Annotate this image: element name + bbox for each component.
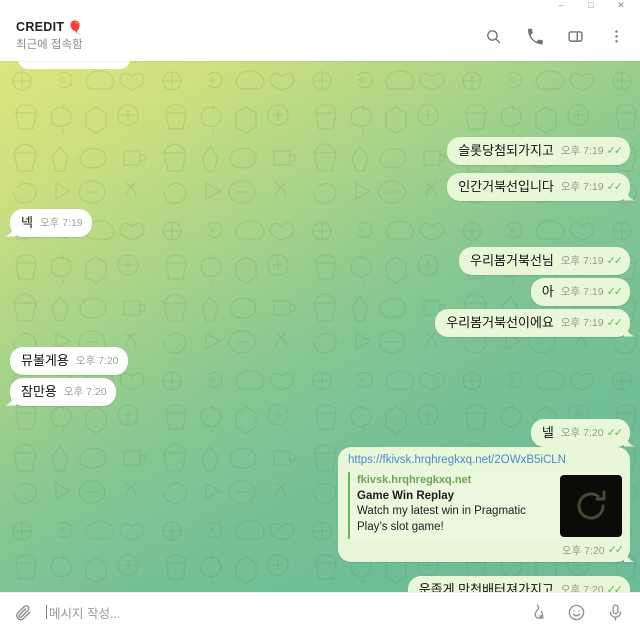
message-bubble[interactable]: 넥 오후 7:19 <box>10 209 92 237</box>
search-icon[interactable] <box>483 26 503 46</box>
message-meta: 오후 7:20 ✓✓ <box>560 426 624 441</box>
message-meta: 오후 7:19 ✓✓ <box>560 180 624 195</box>
message-text: 넥 <box>21 215 33 230</box>
sticker-icon[interactable] <box>527 602 548 623</box>
message-meta: 오후 7:20 <box>64 385 107 400</box>
message-text: 운좁게 만천배터져가지고 <box>418 582 554 592</box>
sidebar-panel-icon[interactable] <box>565 26 585 46</box>
chat-title-row: CREDIT 🎈 <box>16 20 483 34</box>
message-meta: 오후 7:19 ✓✓ <box>560 285 624 300</box>
message-link-url[interactable]: https://fkivsk.hrqhregkxq.net/2OWxB5iCLN <box>348 453 622 467</box>
chat-status-text: 최근에 접속함 <box>16 39 83 51</box>
read-receipt-icon: ✓✓ <box>606 254 624 267</box>
message-input-placeholder: 메시지 작성... <box>49 606 121 621</box>
more-vertical-icon[interactable] <box>606 26 626 46</box>
message-bubble[interactable]: 넬 오후 7:20 ✓✓ <box>530 419 630 447</box>
message-text: 뮤볼게용 <box>21 353 69 368</box>
chat-header: CREDIT 🎈 최근에 접속함 <box>0 11 640 61</box>
message-meta: 오후 7:19 ✓✓ <box>560 254 624 269</box>
message-timestamp: 오후 7:19 <box>560 181 604 194</box>
message-timestamp: 오후 7:19 <box>39 217 83 230</box>
link-preview-message[interactable]: https://fkivsk.hrqhregkxq.net/2OWxB5iCLN… <box>338 447 630 563</box>
read-receipt-icon: ✓✓ <box>606 285 624 298</box>
message-timestamp: 오후 7:20 <box>63 386 107 399</box>
message-row[interactable]: 뮤볼게용 오후 7:20 <box>10 347 128 375</box>
message-list[interactable]: 슬롯당첨되가지고 오후 7:19 ✓✓ 인간거북선입니다 오후 7:19 ✓✓ 넥 오후 7:… <box>0 61 640 592</box>
message-meta: 오후 7:19 ✓✓ <box>560 316 624 331</box>
window-maximize-button[interactable]: □ <box>576 0 606 11</box>
read-receipt-icon: ✓✓ <box>607 544 625 557</box>
partially-scrolled-message[interactable] <box>18 61 130 69</box>
message-meta: 오후 7:19 ✓✓ <box>560 144 624 159</box>
link-preview-card[interactable]: fkivsk.hrqhregkxq.net Game Win Replay Wa… <box>348 472 622 540</box>
message-meta: 오후 7:20 <box>76 354 119 369</box>
link-preview-description: Watch my latest win in Pragmatic Play’s … <box>357 505 526 533</box>
message-row[interactable]: 아 오후 7:19 ✓✓ <box>530 278 630 306</box>
balloon-emoji-icon: 🎈 <box>67 19 84 35</box>
chat-header-info[interactable]: CREDIT 🎈 최근에 접속함 <box>16 20 483 52</box>
text-caret <box>46 605 47 619</box>
window-minimize-button[interactable]: – <box>546 0 576 11</box>
message-text: 아 <box>541 284 554 299</box>
message-row[interactable]: 넥 오후 7:19 <box>10 209 92 237</box>
window-close-button[interactable]: ✕ <box>606 0 636 11</box>
message-text: 잠만용 <box>21 384 57 399</box>
composer-actions <box>527 602 626 623</box>
message-timestamp: 오후 7:20 <box>75 355 119 368</box>
smiley-icon[interactable] <box>566 602 587 623</box>
message-row[interactable]: 넬 오후 7:20 ✓✓ <box>530 419 630 447</box>
message-meta: 오후 7:19 <box>40 216 83 231</box>
link-preview-text: fkivsk.hrqhregkxq.net Game Win Replay Wa… <box>357 473 552 537</box>
message-input[interactable]: 메시지 작성... <box>46 593 515 631</box>
message-bubble[interactable]: 잠만용 오후 7:20 <box>10 378 116 406</box>
message-text: 넬 <box>541 425 554 440</box>
message-composer: 메시지 작성... <box>0 592 640 631</box>
read-receipt-icon: ✓✓ <box>606 583 624 592</box>
message-timestamp: 오후 7:19 <box>560 317 604 330</box>
read-receipt-icon: ✓✓ <box>606 144 624 157</box>
message-bubble[interactable]: 운좁게 만천배터져가지고 오후 7:20 ✓✓ <box>407 576 630 592</box>
phone-icon[interactable] <box>524 26 544 46</box>
message-row[interactable]: 잠만용 오후 7:20 <box>10 378 116 406</box>
message-bubble[interactable]: 인간거북선입니다 오후 7:19 ✓✓ <box>447 173 630 201</box>
replay-icon <box>577 490 606 520</box>
message-row[interactable]: 우리봄거북선이에요 오후 7:19 ✓✓ <box>435 309 630 337</box>
message-timestamp: 오후 7:20 <box>560 427 604 440</box>
message-row[interactable]: 운좁게 만천배터져가지고 오후 7:20 ✓✓ <box>407 576 630 592</box>
message-bubble[interactable]: 뮤볼게용 오후 7:20 <box>10 347 128 375</box>
read-receipt-icon: ✓✓ <box>606 426 624 439</box>
telegram-chat-window: – □ ✕ CREDIT 🎈 최근에 접속함 슬롯당첨되가지고 오후 7:19 … <box>0 0 640 631</box>
message-timestamp: 오후 7:19 <box>560 286 604 299</box>
message-bubble[interactable]: 아 오후 7:19 ✓✓ <box>530 278 630 306</box>
message-timestamp: 오후 7:20 <box>560 584 604 592</box>
message-text: 우리봄거북선이에요 <box>446 315 554 330</box>
link-preview-site: fkivsk.hrqhregkxq.net <box>357 474 472 487</box>
chat-header-actions <box>483 26 626 46</box>
message-bubble[interactable]: 우리봄거북선이에요 오후 7:19 ✓✓ <box>435 309 630 337</box>
message-bubble[interactable]: 우리봄거북선님 오후 7:19 ✓✓ <box>459 247 630 275</box>
message-timestamp: 오후 7:20 <box>561 545 605 558</box>
message-row[interactable]: 슬롯당첨되가지고 오후 7:19 ✓✓ <box>447 137 630 165</box>
message-text: 인간거북선입니다 <box>458 179 554 194</box>
message-row[interactable]: 우리봄거북선님 오후 7:19 ✓✓ <box>459 247 630 275</box>
message-timestamp: 오후 7:19 <box>560 255 604 268</box>
link-preview-thumbnail[interactable] <box>560 475 622 538</box>
message-text: 우리봄거북선님 <box>470 253 554 268</box>
link-preview-title: Game Win Replay <box>357 490 455 503</box>
paperclip-icon[interactable] <box>13 602 34 623</box>
link-message-meta: 오후 7:20 ✓✓ <box>348 543 625 558</box>
message-row[interactable]: 인간거북선입니다 오후 7:19 ✓✓ <box>447 173 630 201</box>
read-receipt-icon: ✓✓ <box>606 316 624 329</box>
window-titlebar: – □ ✕ <box>0 0 640 11</box>
message-meta: 오후 7:20 ✓✓ <box>560 583 624 592</box>
message-text: 슬롯당첨되가지고 <box>458 143 554 158</box>
read-receipt-icon: ✓✓ <box>606 180 624 193</box>
message-bubble[interactable]: 슬롯당첨되가지고 오후 7:19 ✓✓ <box>447 137 630 165</box>
microphone-icon[interactable] <box>605 602 626 623</box>
message-timestamp: 오후 7:19 <box>560 145 604 158</box>
page-title: CREDIT <box>16 20 65 34</box>
message-list-inner: 슬롯당첨되가지고 오후 7:19 ✓✓ 인간거북선입니다 오후 7:19 ✓✓ 넥 오후 7:… <box>0 61 640 592</box>
